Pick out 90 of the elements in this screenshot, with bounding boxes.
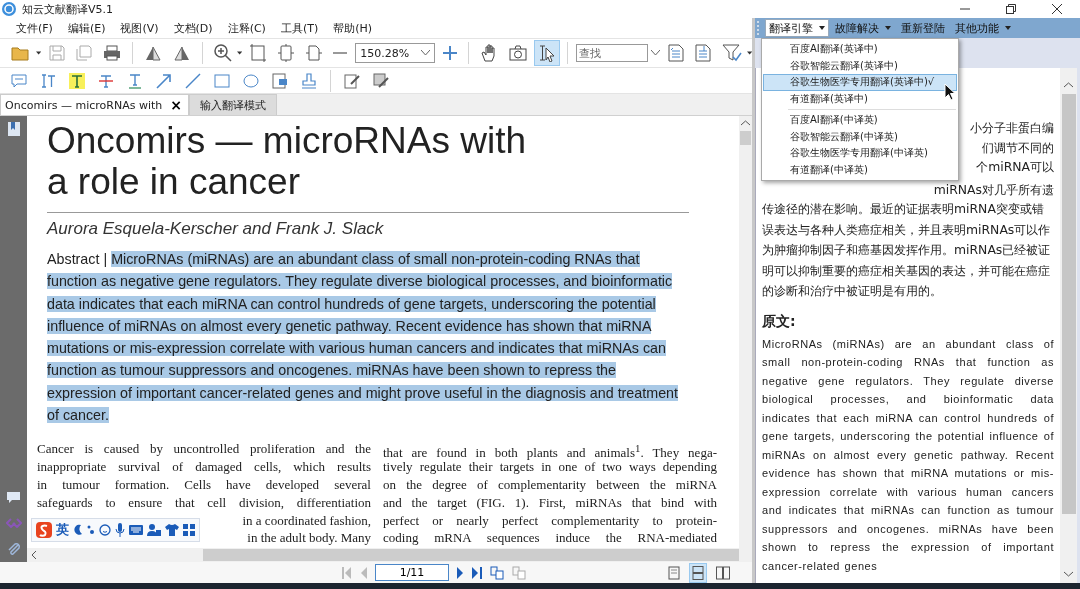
body-text-line: perfect or nearly perfect complementarity to protein- [383, 511, 717, 530]
caret-icon[interactable] [1005, 26, 1011, 30]
single-page-icon[interactable] [666, 563, 682, 582]
engine-menu-item[interactable]: 谷歌生物医学专用翻译(英译中)√ [763, 74, 957, 91]
body-text-line: in a coordinated fashion, [242, 511, 371, 530]
caret-icon[interactable] [746, 51, 752, 55]
body-text-line: on the degree of complementarity between the miRNA [383, 475, 717, 494]
scroll-left-icon[interactable] [31, 551, 37, 559]
shirt-icon[interactable] [165, 524, 179, 536]
abstract-paragraph: Abstract | MicroRNAs (miRNAs) are an abundant class of small non-protein-coding RNAs that function as negative gene regulators. They regulate diverse biological processes, and bioinformatic data indicates that each miRNA can control hundreds of gene targets, underscoring the potential influence of miRNAs on almost every genetic pathway. Recent evidence has shown that miRNA mutations or mis-expression correlate with various human cancers and indicates that miRNAs can function as tumour suppressors and oncogenes. miRNAs have been shown to repress the expression of important cancer-related genes and might prove useful in the diagnosis and treatment of cancer. [47, 250, 680, 426]
translation-text-line: 个miRNA可以 [976, 158, 1054, 176]
window-title: 知云文献翻译V5.1 [22, 1, 114, 17]
document-pages-icon[interactable] [490, 565, 504, 580]
last-page-icon[interactable] [472, 566, 482, 579]
original-text-paragraph: MicroRNAs (miRNAs) are an abundant class of small non-protein-coding RNAs that function as negative gene regulators. They regulate diverse biological processes, and bioinformatic data indicates that each miRNA can control hundreds of gene targets, underscoring the potential influence of miRNAs on almost every genetic pathway. Recent evidence has shown that miRNA mutations or mis-expression correlate with various human cancers and indicates that miRNAs can function as tumour suppressors and oncogenes. miRNAs have been shown to repress the expression of important cancer-related genes [762, 336, 1054, 574]
engine-menu-item[interactable]: 有道翻译(中译英) [763, 161, 957, 178]
menu-item[interactable]: 帮助(H) [327, 20, 379, 36]
menu-item[interactable]: 编辑(E) [61, 20, 112, 36]
menu-item[interactable]: 文件(F) [10, 20, 59, 36]
body-text-line: tively regulate their targets in one of two ways depending [383, 459, 717, 476]
engine-menu-item[interactable]: 有道翻译(英译中) [763, 90, 957, 107]
document-tab[interactable]: Oncomirs — microRNAs with × [0, 94, 189, 115]
vertical-scrollbar[interactable] [1060, 68, 1077, 583]
smiley-icon[interactable] [99, 524, 111, 536]
bookmark-icon[interactable] [7, 122, 20, 136]
zoom-select[interactable]: 150.28% [355, 43, 436, 63]
mouse-cursor-icon [944, 83, 956, 101]
document-tab[interactable]: 输入翻译模式 [188, 94, 277, 115]
punctuation-icon[interactable] [87, 525, 95, 535]
translation-paragraph: 传途径的潜在影响。最近的证据表明miRNA突变或错误表达与各种人类癌症相关，并且表明miRNAs可以作为肿瘤抑制因子和癌基因发挥作用。miRNAs已经被证明可以抑制重要的癌症相关基因的表达，并可能在癌症的诊断和治疗中被证明是有用的。 [762, 200, 1052, 300]
body-text-line: safeguards to ensure that cell division, differentiation [37, 493, 371, 512]
body-text-line: coding mRNA sequences induce the RNA-mediated [383, 529, 717, 548]
article-authors: Aurora Esquela-Kerscher and Frank J. Slack [47, 218, 385, 240]
grid-icon[interactable] [183, 524, 195, 536]
next-page-icon[interactable] [457, 566, 464, 579]
body-text-line: that are found in both plants and animals$^{1}$. They nega- [383, 441, 717, 459]
vertical-scrollbar[interactable] [739, 116, 752, 562]
search-field[interactable]: 查找 [575, 44, 648, 62]
keyboard-icon[interactable] [129, 525, 143, 535]
engine-menu-item[interactable]: 谷歌智能云翻译(中译英) [763, 128, 957, 145]
body-text-line: Cancer is caused by uncontrolled proliferation and the [37, 440, 371, 459]
body-text-line: inappropriate survival of damaged cells, which results [37, 458, 371, 476]
translator-menu-button[interactable]: 重新登陆 [897, 19, 949, 37]
engine-menu-item[interactable]: 谷歌生物医学专用翻译(中译英) [763, 145, 957, 162]
user-icon[interactable] [147, 524, 161, 536]
article-title: a role in cancer [47, 161, 300, 202]
caret-icon[interactable] [819, 26, 825, 30]
engine-menu-item[interactable]: 百度AI翻译(英译中) [763, 41, 957, 58]
translation-text-line: 们调节不同的 [982, 138, 1054, 157]
page-number-field[interactable]: 1/11 [375, 564, 449, 581]
menu-item[interactable]: 工具(T) [274, 20, 325, 36]
chevron-down-icon[interactable] [421, 50, 431, 56]
chevron-down-icon[interactable] [650, 50, 660, 56]
body-text-line: in the adult body. Many [247, 529, 371, 548]
restore-icon[interactable] [1006, 4, 1016, 14]
horizontal-scrollbar[interactable] [27, 548, 739, 562]
scroll-thumb[interactable] [740, 131, 751, 145]
scroll-thumb[interactable] [203, 549, 739, 561]
microphone-icon[interactable] [115, 523, 125, 537]
caret-icon[interactable] [36, 51, 42, 55]
body-text-line: in tumour formation. Cells have developed several [37, 475, 371, 494]
menu-item[interactable]: 文档(D) [167, 20, 219, 36]
translation-text-line: 小分子非蛋白编 [970, 119, 1054, 137]
translator-menu-button[interactable]: 故障解决 [831, 19, 895, 37]
scroll-up-icon[interactable] [741, 120, 750, 126]
input-method-logo-icon[interactable] [36, 522, 52, 538]
scroll-thumb[interactable] [1061, 94, 1076, 514]
engine-menu-item[interactable]: 百度AI翻译(中译英) [763, 112, 957, 129]
select-cursor-icon[interactable] [534, 41, 559, 65]
menu-item[interactable]: 注释(C) [221, 20, 272, 36]
body-text-line: and the target (FIG. 1). First, miRNAs that bind with [383, 493, 717, 512]
language-mode-toggle[interactable]: 英 [56, 521, 69, 539]
scroll-up-icon[interactable] [1064, 82, 1073, 88]
close-tab-button[interactable]: × [168, 98, 184, 112]
engine-menu-item[interactable]: 谷歌智能云翻译(英译中) [763, 57, 957, 74]
caret-icon[interactable] [236, 51, 243, 55]
facing-pages-icon[interactable] [714, 563, 732, 582]
continuous-page-icon[interactable] [690, 563, 706, 582]
scroll-down-icon[interactable] [1064, 571, 1073, 577]
translator-menu-button[interactable]: 其他功能 [951, 19, 1015, 37]
menu-item[interactable]: 视图(V) [114, 20, 165, 36]
translation-text-line: miRNAs对几乎所有遗 [933, 180, 1054, 199]
paperclip-icon[interactable] [6, 542, 21, 556]
comment-icon[interactable] [7, 492, 20, 504]
translator-menu-button[interactable]: 翻译引擎 [765, 19, 829, 37]
original-text-heading: 原文: [762, 311, 797, 331]
close-icon[interactable] [1052, 4, 1062, 14]
moon-icon[interactable] [73, 524, 83, 536]
article-title: Oncomirs — microRNAs with [47, 120, 526, 161]
caret-icon[interactable] [885, 26, 891, 30]
